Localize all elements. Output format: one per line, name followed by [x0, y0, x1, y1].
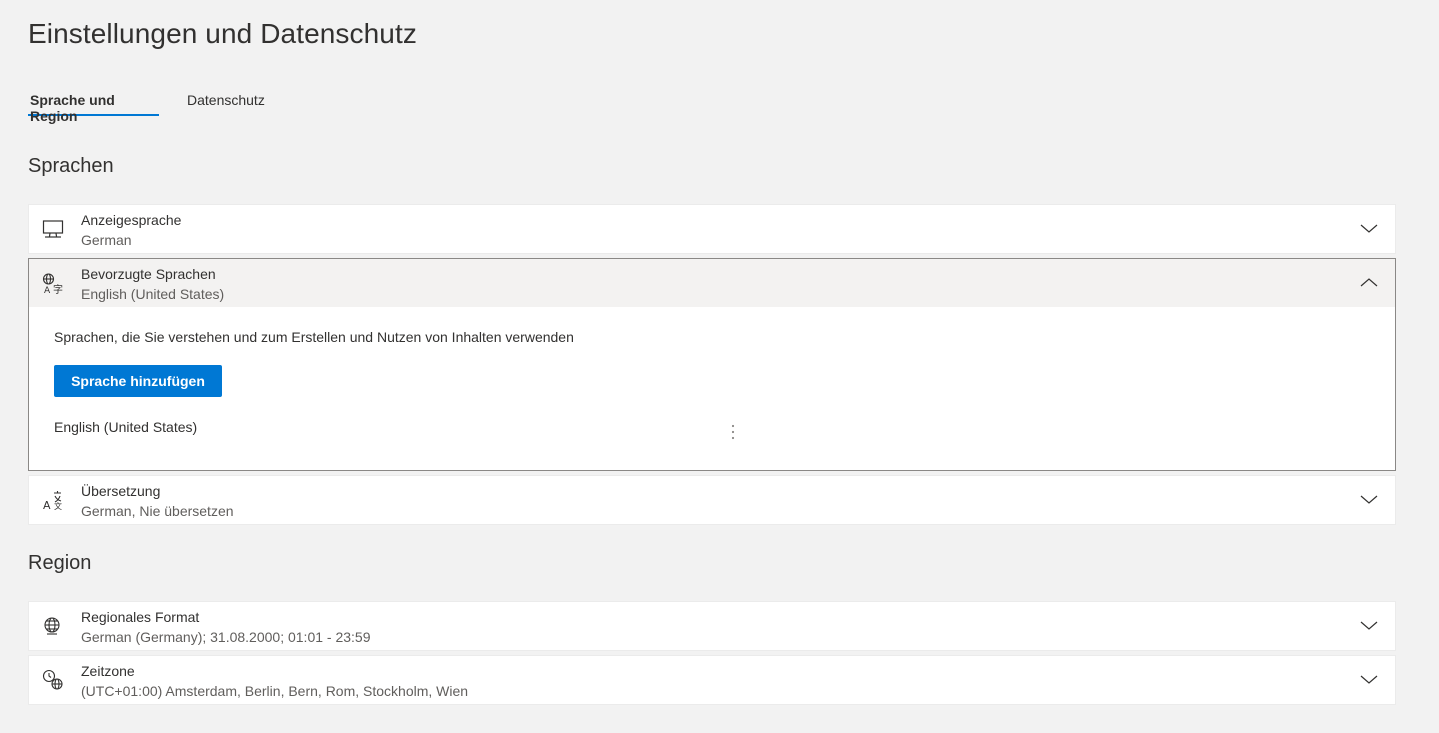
svg-text:A: A	[44, 286, 51, 295]
region-heading: Region	[28, 552, 92, 574]
preferred-languages-value: English (United States)	[81, 286, 225, 302]
display-language-title: Anzeigesprache	[81, 212, 182, 228]
translation-card: A 文 Übersetzung German, Nie übersetzen	[28, 475, 1396, 525]
preferred-languages-card: A 字 Bevorzugte Sprachen English (United …	[28, 258, 1396, 471]
translation-title: Übersetzung	[81, 483, 161, 499]
regional-format-header[interactable]: Regionales Format German (Germany); 31.0…	[29, 602, 1395, 650]
time-zone-card: Zeitzone (UTC+01:00) Amsterdam, Berlin, …	[28, 655, 1396, 705]
more-options-icon[interactable]	[723, 421, 743, 445]
globe-format-icon	[41, 614, 65, 638]
chevron-up-icon[interactable]	[1359, 273, 1379, 293]
translate-icon: A 文	[41, 488, 65, 512]
svg-text:A: A	[43, 499, 51, 512]
time-zone-value: (UTC+01:00) Amsterdam, Berlin, Bern, Rom…	[81, 683, 469, 699]
language-list-item: English (United States)	[54, 419, 198, 435]
regional-format-title: Regionales Format	[81, 609, 200, 625]
chevron-down-icon[interactable]	[1359, 616, 1379, 636]
settings-page: Einstellungen und Datenschutz Sprache un…	[0, 0, 1439, 733]
preferred-languages-description: Sprachen, die Sie verstehen und zum Erst…	[54, 329, 574, 345]
language-icon: A 字	[41, 271, 65, 296]
chevron-down-icon[interactable]	[1359, 219, 1379, 239]
svg-text:文: 文	[54, 501, 62, 511]
languages-heading: Sprachen	[28, 155, 114, 177]
preferred-languages-title: Bevorzugte Sprachen	[81, 266, 216, 282]
time-zone-title: Zeitzone	[81, 663, 135, 679]
preferred-languages-header[interactable]: A 字 Bevorzugte Sprachen English (United …	[29, 259, 1395, 307]
display-language-card: Anzeigesprache German	[28, 204, 1396, 254]
tab-bar: Sprache und Region Datenschutz	[28, 86, 293, 124]
display-language-header[interactable]: Anzeigesprache German	[29, 205, 1395, 253]
translation-value: German, Nie übersetzen	[81, 503, 234, 519]
chevron-down-icon[interactable]	[1359, 670, 1379, 690]
clock-globe-icon	[41, 668, 65, 692]
time-zone-header[interactable]: Zeitzone (UTC+01:00) Amsterdam, Berlin, …	[29, 656, 1395, 704]
regional-format-card: Regionales Format German (Germany); 31.0…	[28, 601, 1396, 651]
translation-header[interactable]: A 文 Übersetzung German, Nie übersetzen	[29, 476, 1395, 524]
tab-language-and-region[interactable]: Sprache und Region	[28, 86, 159, 124]
monitor-icon	[41, 217, 65, 241]
add-language-button[interactable]: Sprache hinzufügen	[54, 365, 222, 397]
chevron-down-icon[interactable]	[1359, 490, 1379, 510]
tab-privacy[interactable]: Datenschutz	[187, 86, 265, 116]
preferred-languages-body: Sprachen, die Sie verstehen und zum Erst…	[29, 307, 1395, 469]
svg-text:字: 字	[53, 283, 63, 295]
regional-format-value: German (Germany); 31.08.2000; 01:01 - 23…	[81, 629, 371, 645]
display-language-value: German	[81, 232, 132, 248]
page-title: Einstellungen und Datenschutz	[28, 18, 417, 49]
